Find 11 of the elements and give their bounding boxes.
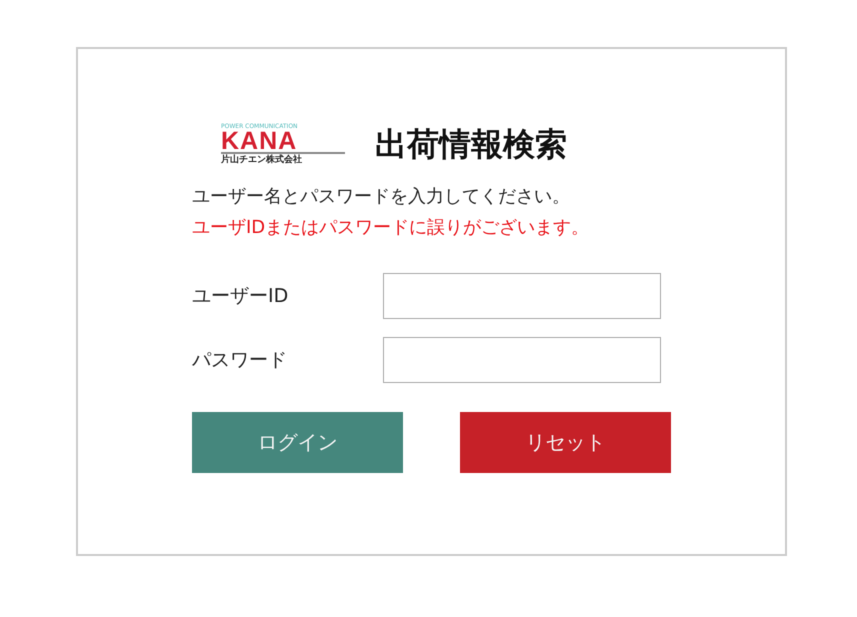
reset-button[interactable]: リセット <box>460 412 671 473</box>
error-message: ユーザIDまたはパスワードに誤りがございます。 <box>192 216 590 240</box>
logo-brand: KANA <box>221 130 345 154</box>
field-label: ユーザーID <box>192 284 290 308</box>
input-field[interactable] <box>383 336 661 382</box>
login-button[interactable]: ログイン <box>192 412 403 473</box>
page-title: 出荷情報検索 <box>375 124 567 165</box>
field-label: パスワード <box>192 348 288 372</box>
logo-company: 片山チエン株式会社 <box>221 154 303 167</box>
input-field[interactable] <box>383 272 661 318</box>
instruction-text: ユーザー名とパスワードを入力してください。 <box>192 185 571 209</box>
